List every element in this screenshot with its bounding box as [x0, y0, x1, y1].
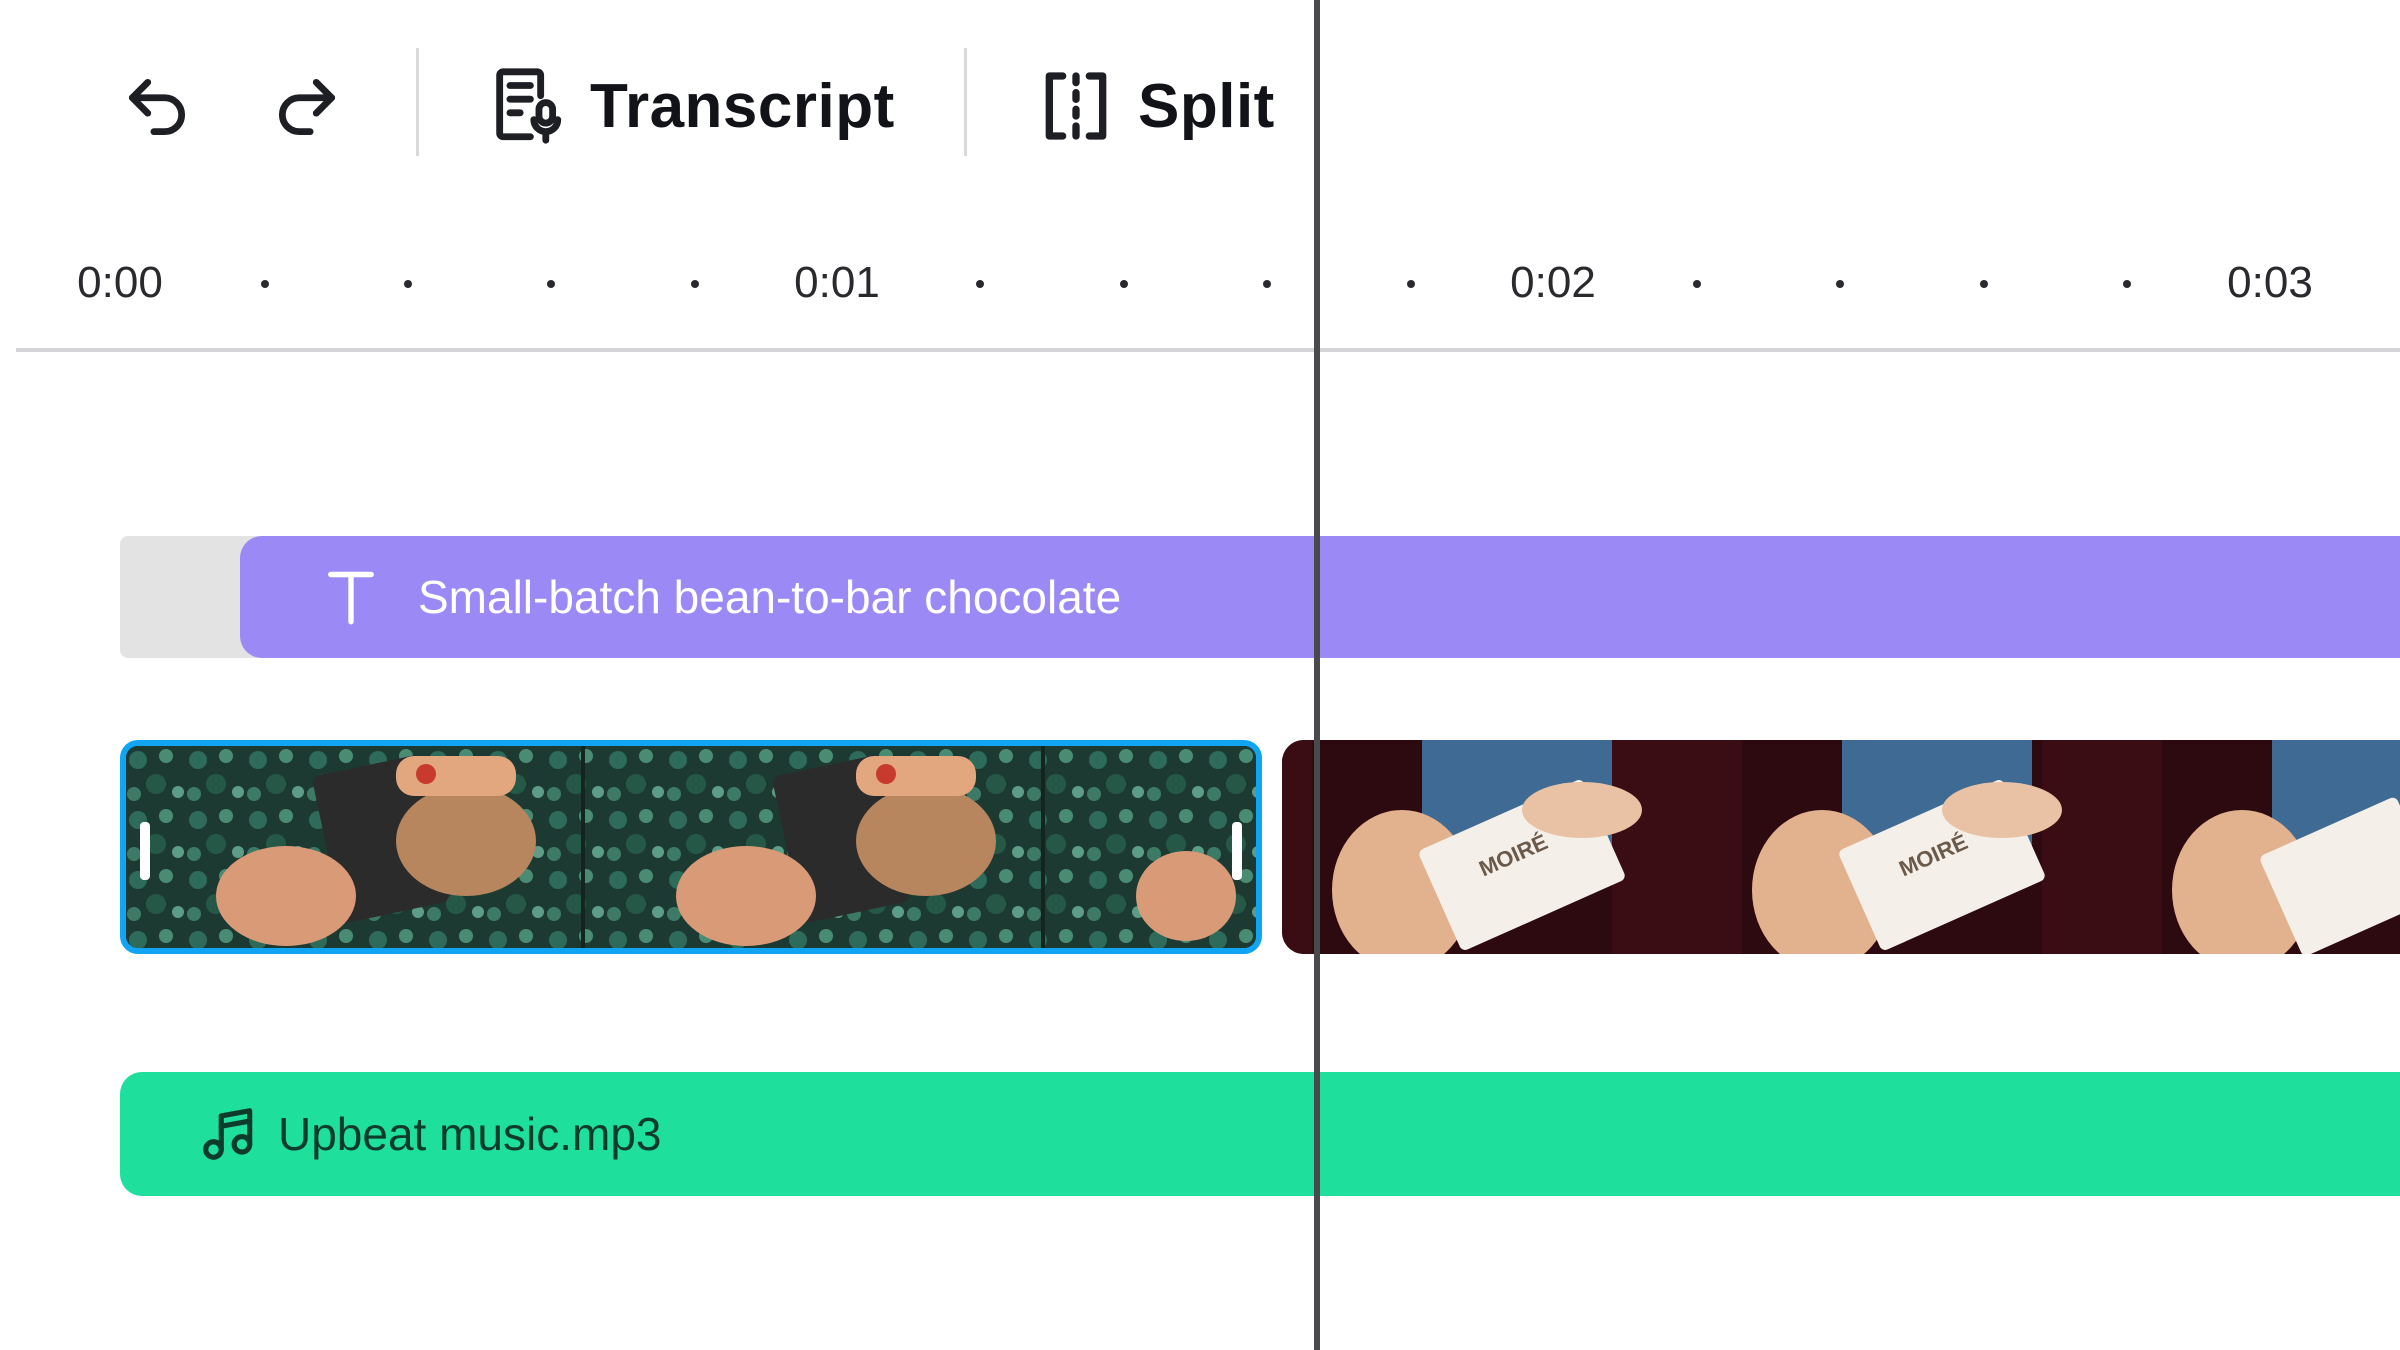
toolbar-divider — [416, 48, 419, 156]
playhead[interactable] — [1314, 0, 1320, 1350]
ruler-baseline — [16, 348, 2400, 352]
video-clip-2[interactable]: MOIRÉ MOIRÉ — [1282, 740, 2400, 954]
ruler-tick — [261, 280, 269, 288]
timeline-toolbar: Transcript Split — [0, 0, 1320, 210]
music-note-icon — [203, 1108, 253, 1160]
audio-clip[interactable]: Upbeat music.mp3 — [120, 1072, 2400, 1196]
undo-icon — [128, 78, 186, 136]
redo-icon — [278, 78, 336, 136]
ruler-tick — [976, 280, 984, 288]
video-clip-1-thumbnails — [126, 746, 1256, 948]
ruler-tick — [1120, 280, 1128, 288]
ruler-label: 0:00 — [77, 258, 163, 307]
audio-clip-label: Upbeat music.mp3 — [278, 1108, 662, 1160]
text-clip[interactable]: Small-batch bean-to-bar chocolate — [240, 536, 2400, 658]
toolbar-divider — [964, 48, 967, 156]
ruler-tick — [691, 280, 699, 288]
transcript-icon — [496, 68, 562, 144]
timeline-ruler[interactable]: 0:00 0:01 0:02 0:03 — [0, 230, 2400, 360]
ruler-tick — [404, 280, 412, 288]
transcript-label: Transcript — [590, 71, 895, 141]
ruler-tick — [2123, 280, 2131, 288]
transcript-button[interactable]: Transcript — [486, 58, 895, 154]
split-icon — [1045, 72, 1107, 140]
ruler-tick — [1693, 280, 1701, 288]
ruler-label: 0:01 — [794, 258, 880, 307]
ruler-label: 0:03 — [2227, 258, 2313, 307]
split-label: Split — [1138, 71, 1275, 141]
text-clip-label: Small-batch bean-to-bar chocolate — [418, 571, 1122, 623]
trim-handle-right[interactable] — [1232, 822, 1242, 880]
ruler-label: 0:02 — [1510, 258, 1596, 307]
trim-handle-left[interactable] — [140, 822, 150, 880]
text-icon — [328, 571, 374, 625]
video-clip-2-thumbnails: MOIRÉ MOIRÉ — [1282, 740, 2400, 954]
undo-button[interactable] — [112, 62, 202, 152]
ruler-tick — [1980, 280, 1988, 288]
video-clip-1[interactable] — [120, 740, 1262, 954]
redo-button[interactable] — [262, 62, 352, 152]
split-button[interactable]: Split — [1036, 58, 1275, 154]
ruler-tick — [1836, 280, 1844, 288]
ruler-tick — [1407, 280, 1415, 288]
ruler-tick — [1263, 280, 1271, 288]
ruler-tick — [547, 280, 555, 288]
